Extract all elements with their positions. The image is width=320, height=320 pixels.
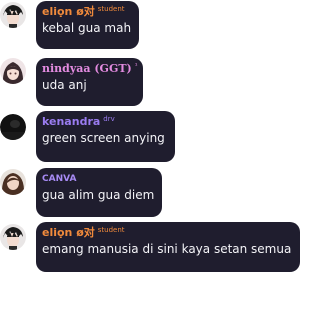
author-name[interactable]: nindyaa (GGT) <box>42 62 132 76</box>
author-name[interactable]: eliọn ø对 <box>42 226 95 240</box>
author-name[interactable]: CANVA <box>42 172 76 186</box>
message-bubble: nindyaa (GGT) ¹ uda anj <box>36 58 143 106</box>
avatar[interactable] <box>0 114 26 140</box>
anime-boy-avatar-icon <box>0 2 26 28</box>
author-name[interactable]: kenandra <box>42 115 100 129</box>
avatar[interactable] <box>0 169 26 195</box>
author-line: kenandra drv <box>42 115 169 129</box>
message-bubble: CANVA gua alim gua diem <box>36 168 162 217</box>
message-bubble: kenandra drv green screen anying <box>36 111 175 162</box>
author-tag: ¹ <box>134 62 138 70</box>
author-tag: student <box>97 226 125 234</box>
chat-thread: eliọn ø对 student kebal gua mah nindyaa (… <box>0 0 302 320</box>
anime-boy-avatar-icon <box>0 224 26 250</box>
anime-girl-avatar-icon <box>0 58 26 84</box>
message-text: gua alim gua diem <box>42 188 155 202</box>
author-line: eliọn ø对 student <box>42 226 294 240</box>
author-line: nindyaa (GGT) ¹ <box>42 62 138 76</box>
message-bubble: eliọn ø对 student kebal gua mah <box>36 1 139 49</box>
message-bubble: eliọn ø对 student emang manusia di sini k… <box>36 222 300 272</box>
avatar[interactable] <box>0 2 26 28</box>
author-tag: student <box>97 5 125 13</box>
author-line: CANVA <box>42 172 156 186</box>
message-text: green screen anying <box>42 131 165 145</box>
author-name[interactable]: eliọn ø对 <box>42 5 95 19</box>
avatar[interactable] <box>0 58 26 84</box>
message-text: uda anj <box>42 78 87 92</box>
author-tag: drv <box>103 115 115 123</box>
dark-avatar-icon <box>0 114 26 140</box>
message-text: kebal gua mah <box>42 21 132 35</box>
avatar[interactable] <box>0 224 26 250</box>
brown-hair-avatar-icon <box>0 169 26 195</box>
author-line: eliọn ø对 student <box>42 5 133 19</box>
message-text: emang manusia di sini kaya setan semua <box>42 242 292 256</box>
